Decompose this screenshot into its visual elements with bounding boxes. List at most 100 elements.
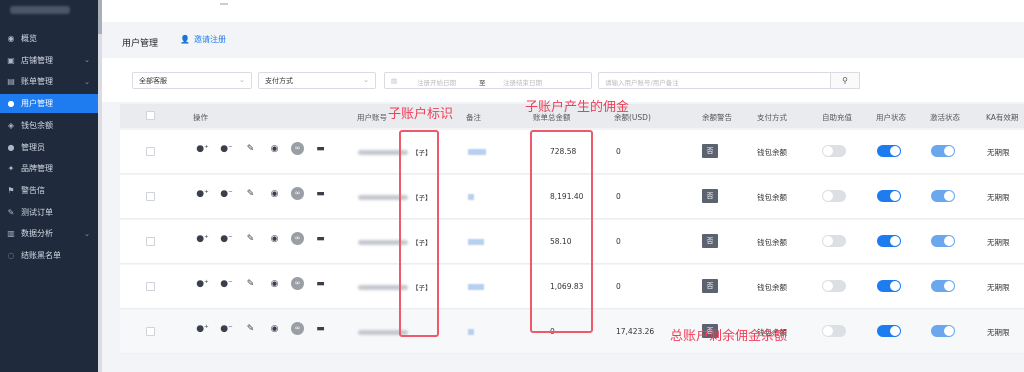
top-bar [102,0,1024,22]
ka-valid: 无期限 [987,148,1010,157]
card-icon[interactable]: ▬ [313,189,328,199]
sidebar-item[interactable]: ◌ 结账黑名单 [0,246,98,265]
add-sub-user-icon[interactable]: ●⁺ [195,234,210,244]
balance-warn-badge: 否 [702,234,718,248]
balance: 0 [616,192,621,201]
card-icon[interactable]: ▬ [313,144,328,154]
user-status-toggle[interactable] [877,280,901,292]
row-checkbox[interactable] [146,237,155,246]
card-icon[interactable]: ▬ [313,279,328,289]
sidebar-item[interactable]: ✦ 品牌管理 [0,159,98,178]
activation-toggle[interactable] [931,190,955,202]
row-actions: ●⁺ ●⁻ ✎ ◉ ∞ ▬ [195,322,337,335]
invite-register-link[interactable]: 👤 邀请注册 [180,34,226,45]
user-settings-icon[interactable]: ●⁻ [219,189,234,199]
user-settings-icon[interactable]: ●⁻ [219,324,234,334]
row-actions: ●⁺ ●⁻ ✎ ◉ ∞ ▬ [195,187,337,200]
chevron-down-icon: ⌄ [363,76,369,84]
view-icon[interactable]: ◉ [267,144,282,154]
ka-valid: 无期限 [987,283,1010,292]
card-icon[interactable]: ▬ [313,324,328,334]
date-end-input[interactable]: 注册结束日期 [503,77,542,87]
row-checkbox[interactable] [146,282,155,291]
auto-recharge-toggle[interactable] [822,280,846,292]
flag-icon: ⚑ [7,185,15,195]
user-status-toggle[interactable] [877,190,901,202]
link-icon[interactable]: ∞ [291,142,304,155]
user-settings-icon[interactable]: ●⁻ [219,234,234,244]
date-separator: 至 [479,79,486,87]
row-checkbox[interactable] [146,192,155,201]
pay-method: 钱包余额 [757,193,787,202]
sidebar-item[interactable]: ⚑ 警告信 [0,181,98,200]
sidebar-item[interactable]: ● 用户管理 [0,94,98,114]
chart-icon: ▥ [7,229,15,239]
edit-icon[interactable]: ✎ [243,279,258,289]
link-icon[interactable]: ∞ [291,322,304,335]
user-settings-icon[interactable]: ●⁻ [219,279,234,289]
note-blurred [468,239,484,245]
annotation-sub-account-mark: 子账户标识 [388,107,454,122]
ka-valid: 无期限 [987,328,1010,337]
edit-icon[interactable]: ✎ [243,234,258,244]
view-icon[interactable]: ◉ [267,234,282,244]
link-icon[interactable]: ∞ [291,277,304,290]
sidebar-item[interactable]: ✎ 测试订单 [0,203,98,222]
invite-label: 邀请注册 [193,35,226,44]
select-all-checkbox[interactable] [146,111,155,120]
link-icon[interactable]: ∞ [291,187,304,200]
add-sub-user-icon[interactable]: ●⁺ [195,279,210,289]
payment-select[interactable]: 支付方式 ⌄ [258,72,376,89]
annotation-box-sub-tag [399,130,439,337]
balance: 0 [616,282,621,291]
auto-recharge-toggle[interactable] [822,235,846,247]
view-icon[interactable]: ◉ [267,324,282,334]
add-sub-user-icon[interactable]: ●⁺ [195,189,210,199]
header-account: 用户账号 [357,113,387,122]
view-icon[interactable]: ◉ [267,279,282,289]
logo [0,0,98,28]
sidebar-item[interactable]: ▤ 账单管理 ⌄ [0,72,98,91]
sidebar-item[interactable]: ◉ 概览 [0,29,98,48]
auto-recharge-toggle[interactable] [822,145,846,157]
add-sub-user-icon[interactable]: ●⁺ [195,324,210,334]
ka-valid: 无期限 [987,238,1010,247]
edit-icon[interactable]: ✎ [243,324,258,334]
user-status-toggle[interactable] [877,145,901,157]
sidebar-item-label: 警告信 [21,185,45,195]
user-settings-icon[interactable]: ●⁻ [219,144,234,154]
sidebar-item-label: 品牌管理 [21,164,53,174]
activation-toggle[interactable] [931,280,955,292]
search-input[interactable]: 请输入用户账号/用户备注 [598,72,831,89]
add-sub-user-icon[interactable]: ●⁺ [195,144,210,154]
activation-toggle[interactable] [931,325,955,337]
row-checkbox[interactable] [146,147,155,156]
search-button[interactable]: ⚲ [831,72,860,89]
auto-recharge-toggle[interactable] [822,325,846,337]
sidebar-item[interactable]: ▣ 店铺管理 ⌄ [0,51,98,70]
auto-recharge-toggle[interactable] [822,190,846,202]
user-status-toggle[interactable] [877,325,901,337]
header-activation: 激活状态 [930,113,960,122]
sidebar-item[interactable]: ▥ 数据分析 ⌄ [0,224,98,243]
user-status-toggle[interactable] [877,235,901,247]
activation-toggle[interactable] [931,145,955,157]
chevron-down-icon: ⌄ [84,56,90,65]
activation-toggle[interactable] [931,235,955,247]
link-icon[interactable]: ∞ [291,232,304,245]
date-start-input[interactable]: 注册开始日期 [417,77,456,87]
card-icon[interactable]: ▬ [313,234,328,244]
sidebar-item[interactable]: ● 管理员 [0,138,98,157]
wallet-icon: ◈ [7,120,15,130]
row-checkbox[interactable] [146,327,155,336]
wrench-icon: ✎ [7,207,15,217]
date-range-picker[interactable]: ▤ 注册开始日期 至 注册结束日期 [384,72,592,89]
edit-icon[interactable]: ✎ [243,189,258,199]
row-actions: ●⁺ ●⁻ ✎ ◉ ∞ ▬ [195,277,337,290]
sidebar-item[interactable]: ◈ 钱包余额 [0,116,98,135]
service-select[interactable]: 全部客服 ⌄ [132,72,252,89]
note-blurred [468,284,484,290]
balance: 0 [616,237,621,246]
edit-icon[interactable]: ✎ [243,144,258,154]
view-icon[interactable]: ◉ [267,189,282,199]
